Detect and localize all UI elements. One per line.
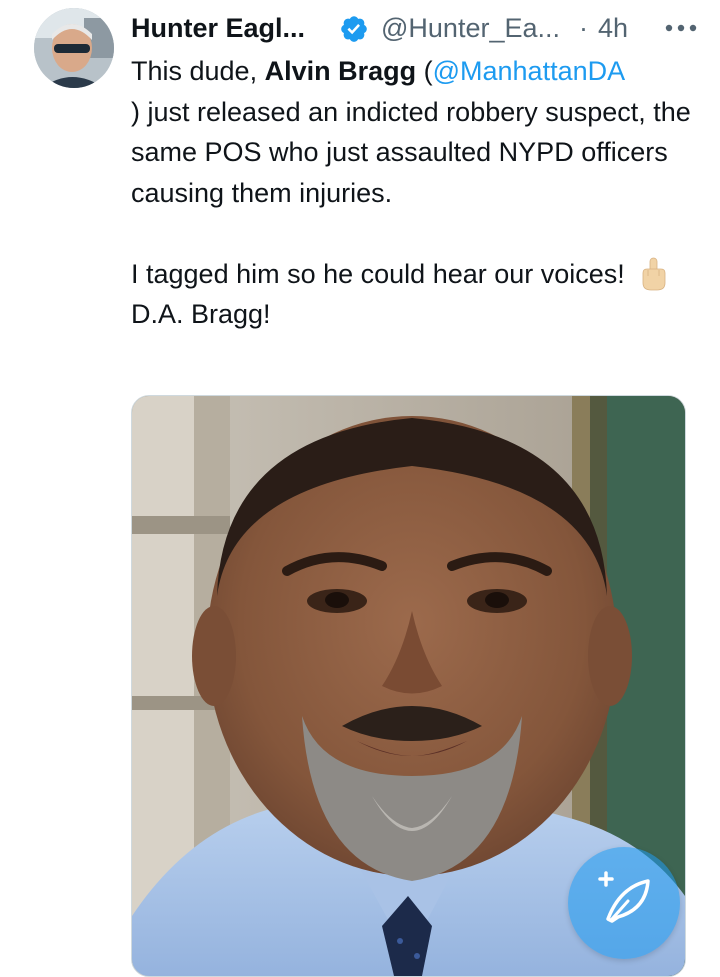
separator-dot: · bbox=[579, 13, 588, 43]
tweet-paragraph-2: I tagged him so he could hear our voices… bbox=[131, 254, 711, 335]
tweet-timestamp[interactable]: 4h bbox=[598, 8, 628, 48]
compose-post-button[interactable] bbox=[568, 847, 680, 959]
tweet-paragraph-1: This dude, Alvin Bragg (@ManhattanDA ) ju… bbox=[131, 51, 711, 213]
text-closing: I tagged him so he could hear our voices… bbox=[131, 258, 625, 289]
author-name[interactable]: Hunter Eagl... bbox=[131, 8, 305, 48]
tweet-header: Hunter Eagl... @Hunter_Ea... · 4h bbox=[131, 8, 706, 48]
mention-name: Alvin Bragg bbox=[264, 56, 417, 86]
verified-badge-icon bbox=[341, 16, 367, 42]
author-avatar[interactable] bbox=[34, 8, 114, 88]
text-body: ) just released an indicted robbery susp… bbox=[131, 96, 691, 208]
author-handle[interactable]: @Hunter_Ea... bbox=[381, 8, 560, 48]
more-options-icon[interactable] bbox=[661, 18, 701, 38]
text-signoff: D.A. Bragg! bbox=[131, 299, 271, 329]
tweet[interactable]: Hunter Eagl... @Hunter_Ea... · 4h This d… bbox=[0, 0, 720, 977]
tweet-text: This dude, Alvin Bragg (@ManhattanDA ) ju… bbox=[131, 51, 711, 335]
compose-post-icon bbox=[598, 871, 650, 923]
mention-link[interactable]: @ManhattanDA bbox=[433, 56, 626, 86]
text-intro: This dude, bbox=[131, 56, 265, 86]
paren-open: ( bbox=[416, 56, 433, 86]
middle-finger-emoji-icon bbox=[642, 257, 666, 290]
